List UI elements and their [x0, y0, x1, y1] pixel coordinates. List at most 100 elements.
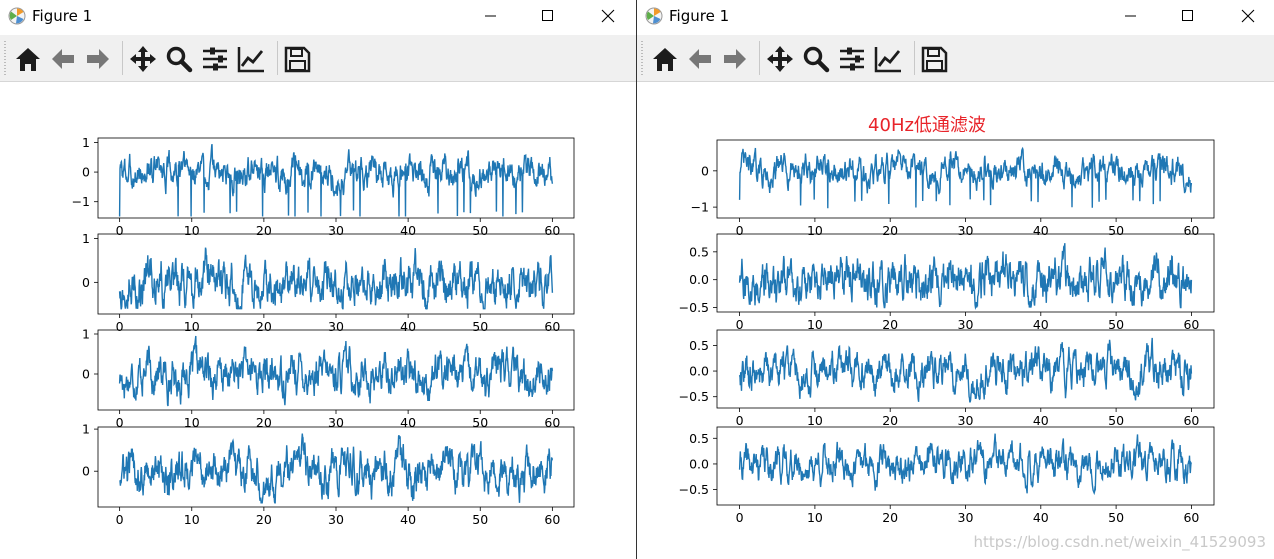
save-icon [284, 46, 311, 73]
subplots-button[interactable] [836, 43, 868, 75]
x-tick-label: 10 [184, 223, 200, 238]
signal-line [738, 337, 1193, 403]
save-button[interactable] [281, 43, 313, 75]
pan-button[interactable] [764, 43, 796, 75]
edit-axis-button[interactable] [235, 43, 267, 75]
y-tick-label: 1 [82, 327, 90, 342]
signal-line [738, 146, 1193, 209]
minimize-icon [1125, 15, 1136, 17]
back-arrow-button[interactable] [47, 43, 79, 75]
x-tick-label: 20 [882, 510, 898, 525]
x-tick-label: 50 [1108, 510, 1124, 525]
zoom-button[interactable] [163, 43, 195, 75]
subplot-4: 0 10 20 30 40 50 60 0.5 0.0 −0.5 [679, 426, 1215, 525]
back-arrow-icon [689, 49, 711, 69]
y-tick-label: −0.5 [679, 300, 709, 315]
y-tick-label: 0 [82, 275, 90, 290]
maximize-button[interactable] [525, 0, 571, 33]
x-tick-label: 30 [958, 223, 974, 238]
y-tick-label: 0.0 [689, 364, 709, 379]
y-tick-label: 0 [701, 163, 709, 178]
subplot-4: 0 10 20 30 40 50 6010 [82, 422, 575, 527]
close-button[interactable] [585, 0, 631, 33]
x-tick-label: 0 [736, 510, 744, 525]
forward-arrow-icon [724, 49, 746, 69]
x-tick-label: 0 [116, 319, 124, 334]
close-button[interactable] [1225, 0, 1271, 33]
window-title: Figure 1 [669, 7, 730, 25]
x-tick-label: 40 [1033, 223, 1049, 238]
x-tick-label: 40 [1033, 510, 1049, 525]
edit-axis-button[interactable] [872, 43, 904, 75]
y-tick-label: 0.5 [689, 431, 709, 446]
x-tick-label: 30 [328, 223, 344, 238]
x-tick-label: 30 [328, 319, 344, 334]
save-button[interactable] [918, 43, 950, 75]
back-arrow-button[interactable] [684, 43, 716, 75]
home-icon [653, 48, 677, 71]
x-tick-label: 40 [1033, 413, 1049, 428]
forward-arrow-button[interactable] [82, 43, 114, 75]
x-tick-label: 10 [184, 415, 200, 430]
home-button[interactable] [12, 43, 44, 75]
home-icon [16, 48, 40, 71]
subplot-1: 0 10 20 30 40 50 60 0 −1 [691, 139, 1215, 238]
edit-axis-icon [874, 47, 901, 73]
title-bar[interactable]: Figure 1 [637, 0, 1274, 33]
x-tick-label: 60 [544, 415, 560, 430]
toolbar-separator [122, 41, 123, 75]
home-button[interactable] [649, 43, 681, 75]
maximize-button[interactable] [1165, 0, 1211, 33]
toolbar-grip[interactable] [641, 41, 643, 75]
toolbar-separator [277, 41, 278, 75]
toolbar-separator [759, 41, 760, 75]
figure-title: 40Hz低通滤波 [868, 115, 986, 136]
y-tick-label: 0 [82, 367, 90, 382]
x-tick-label: 20 [256, 223, 272, 238]
x-tick-label: 40 [400, 415, 416, 430]
pan-icon [130, 46, 156, 72]
zoom-button[interactable] [800, 43, 832, 75]
subplots-button[interactable] [199, 43, 231, 75]
toolbar-separator [914, 41, 915, 75]
subplot-3: 0 10 20 30 40 50 60 0.5 0.0 −0.5 [679, 329, 1215, 428]
figure-canvas-left: 0 10 20 30 40 50 6010−10 10 20 30 40 50 60100 10 20 30 4… [72, 135, 575, 527]
figure-window-left: Figure 1 0 10 20 30 40 50 60 1 0 −1 0 10 20 30 40 50 60 1… [0, 0, 636, 559]
y-tick-label: −0.5 [679, 389, 709, 404]
maximize-icon [542, 10, 553, 21]
minimize-icon [485, 15, 496, 17]
title-bar[interactable]: Figure 1 [0, 0, 636, 33]
x-tick-label: 20 [256, 415, 272, 430]
back-arrow-icon [52, 49, 74, 69]
pan-button[interactable] [127, 43, 159, 75]
toolbar-grip[interactable] [4, 41, 6, 75]
subplot-3: 0 10 20 30 40 50 6010 [82, 327, 575, 430]
x-tick-label: 20 [256, 319, 272, 334]
signal-line [738, 433, 1193, 496]
x-tick-label: 0 [116, 512, 124, 527]
navigation-toolbar [637, 35, 1274, 82]
minimize-button[interactable] [468, 0, 514, 33]
x-tick-label: 30 [328, 512, 344, 527]
figure-canvas-right: 40Hz低通滤波 0 10 20 30 40 50 60 0 −1 0 10 20 30 40 50 60 0.… [679, 115, 1215, 525]
x-tick-label: 50 [472, 512, 488, 527]
signal-line [118, 247, 554, 310]
x-tick-label: 60 [1183, 223, 1199, 238]
minimize-button[interactable] [1108, 0, 1154, 33]
y-tick-label: 0.5 [689, 244, 709, 259]
close-icon [601, 9, 615, 23]
figure-window-right: Figure 1 40Hz低通滤波 0 10 20 30 40 50 60 0 −1 0 10 20 3… [637, 0, 1274, 559]
y-tick-label: −1 [72, 194, 90, 209]
signal-line [119, 433, 554, 504]
signal-line [738, 243, 1193, 310]
watermark: https://blog.csdn.net/weixin_41529093 [973, 533, 1266, 551]
y-tick-label: 1 [82, 231, 90, 246]
x-tick-label: 0 [116, 415, 124, 430]
forward-arrow-button[interactable] [719, 43, 751, 75]
x-tick-label: 0 [736, 413, 744, 428]
navigation-toolbar [0, 35, 636, 82]
x-tick-label: 10 [807, 510, 823, 525]
y-tick-label: 0.0 [689, 456, 709, 471]
subplot-2: 0 10 20 30 40 50 6010 [82, 231, 575, 334]
subplots-icon [840, 47, 864, 71]
